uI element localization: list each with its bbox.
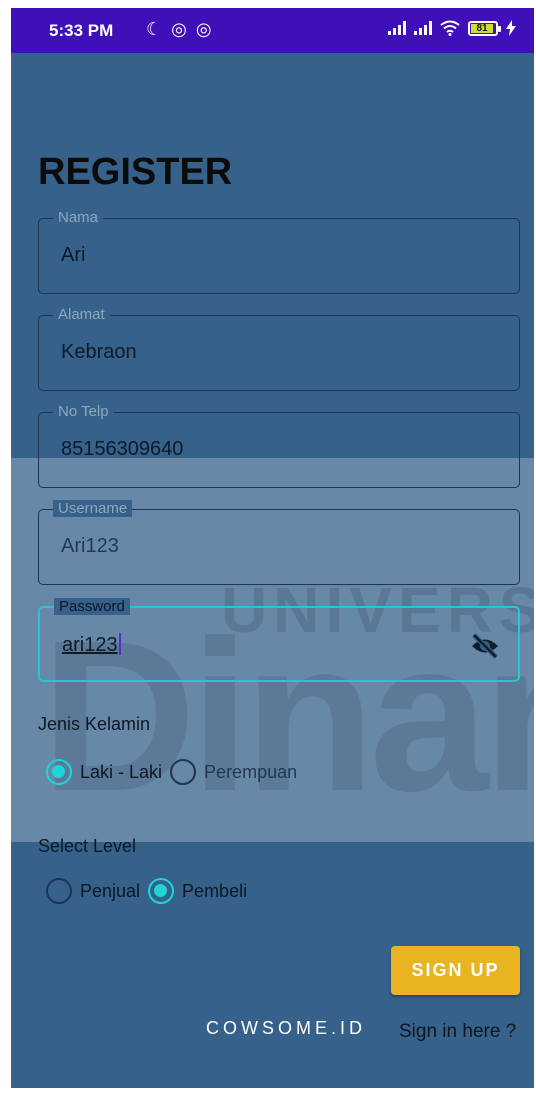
focus-icon: ◎ [171,19,189,39]
nama-field[interactable]: Nama Ari [38,209,520,294]
perempuan-label[interactable]: Perempuan [204,762,297,783]
nama-label: Nama [53,209,104,226]
signal-icon [414,21,432,35]
wifi-icon [440,20,460,36]
status-time: 5:33 PM [49,21,114,40]
focus-icon: ◎ [195,19,214,39]
visibility-off-icon[interactable] [470,633,500,659]
radio-perempuan[interactable] [170,759,197,785]
password-value: ari123 [62,633,121,657]
gender-radio-group: Laki - Laki Perempuan [46,759,305,785]
radio-pembeli[interactable] [148,878,175,904]
alamat-label: Alamat [53,306,110,323]
password-label: Password [54,598,130,615]
app-screen: 5:33 PM ☾ ◎ ◎ 81 UNIVERSI Dinan REGISTER… [11,8,534,1088]
level-label: Select Level [38,836,137,856]
page-title: REGISTER [38,151,233,193]
battery-icon: 81 [468,20,501,36]
username-value: Ari123 [61,535,119,557]
pembeli-label[interactable]: Pembeli [182,881,247,902]
username-field[interactable]: Username Ari123 [38,500,520,585]
no-telp-value: 85156309640 [61,438,184,460]
text-cursor [118,633,121,655]
moon-icon: ☾ [146,19,165,39]
status-indicators: 81 [388,20,516,36]
status-icons: ☾ ◎ ◎ [146,19,214,40]
password-text: ari123 [62,634,118,656]
username-label: Username [53,500,133,517]
alamat-field[interactable]: Alamat Kebraon [38,306,520,391]
charging-icon [506,20,516,36]
nama-value: Ari [61,244,86,266]
battery-level: 81 [471,23,493,33]
radio-laki-laki[interactable] [46,759,72,785]
brand-label: COWSOME.ID [206,1018,366,1038]
password-field[interactable]: Password ari123 [38,598,520,682]
alamat-value: Kebraon [61,341,137,363]
penjual-label[interactable]: Penjual [80,881,140,902]
gender-label: Jenis Kelamin [38,714,151,734]
sign-up-button[interactable]: SIGN UP [391,946,520,995]
sign-in-link[interactable]: Sign in here ? [399,1021,516,1043]
level-radio-group: Penjual Pembeli [46,878,255,904]
laki-laki-label[interactable]: Laki - Laki [80,762,162,783]
status-bar: 5:33 PM ☾ ◎ ◎ 81 [11,8,534,53]
signal-icon [388,21,406,35]
no-telp-label: No Telp [53,403,114,420]
radio-penjual[interactable] [46,878,72,904]
no-telp-field[interactable]: No Telp 85156309640 [38,403,520,488]
